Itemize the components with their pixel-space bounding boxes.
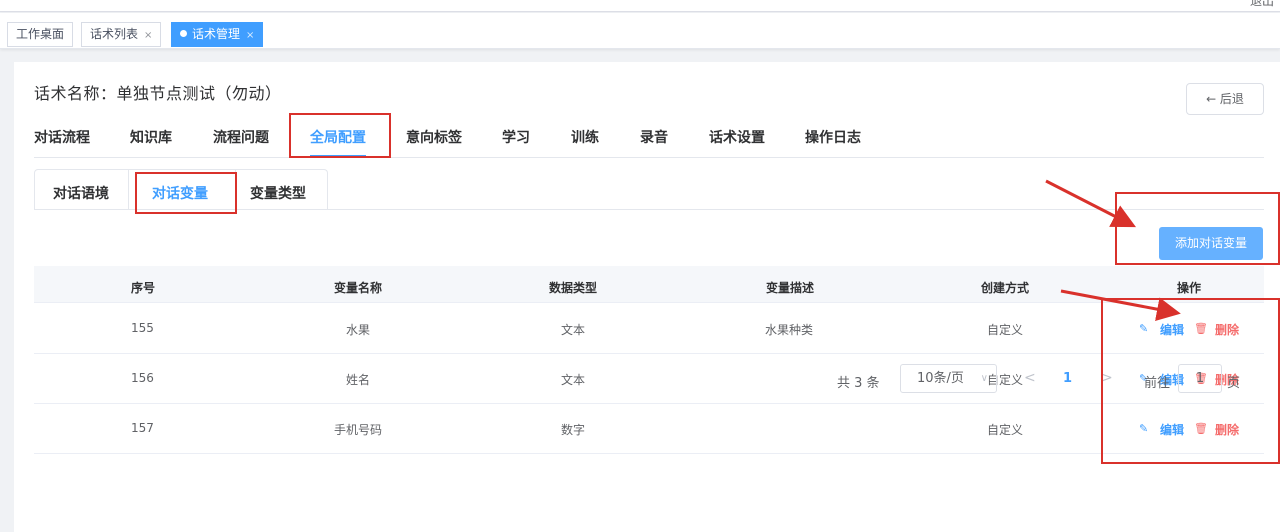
close-icon[interactable]: ×: [246, 30, 254, 41]
page-size-value: 10条/页: [917, 371, 964, 386]
column-header-creation-method: 创建方式: [981, 281, 1030, 295]
cell-name: 水果: [346, 323, 371, 337]
column-header-actions: 操作: [1177, 281, 1202, 295]
tags-view-bar: 工作桌面 话术列表 × 话术管理 ×: [0, 13, 1280, 49]
tab-intent-tags[interactable]: 意向标签: [406, 127, 462, 147]
page-number-current[interactable]: 1: [1063, 371, 1072, 386]
row-divider: [34, 453, 1264, 454]
tab-script-settings[interactable]: 话术设置: [709, 127, 765, 147]
top-bar: 退出: [0, 0, 1280, 12]
cell-name: 姓名: [346, 373, 371, 387]
prev-page-button[interactable]: <: [1024, 370, 1036, 386]
annotation-box-actions: [1101, 298, 1280, 464]
tabs-divider: [34, 157, 1264, 158]
tag-script-list[interactable]: 话术列表 ×: [81, 22, 162, 47]
cell-id: 155: [131, 321, 154, 335]
column-header-description: 变量描述: [766, 281, 815, 295]
subtab-variable-types[interactable]: 变量类型: [250, 183, 306, 203]
row-divider: [34, 353, 1264, 354]
row-divider: [34, 403, 1264, 404]
tab-training[interactable]: 训练: [571, 127, 599, 147]
close-icon[interactable]: ×: [144, 30, 152, 41]
annotation-box-dialog-variables: [135, 172, 237, 214]
tab-flow-questions[interactable]: 流程问题: [213, 127, 269, 147]
logout-link[interactable]: 退出: [1250, 0, 1274, 9]
cell-data-type: 数字: [561, 423, 586, 437]
chevron-down-icon: ∨: [980, 373, 988, 384]
tab-operation-log[interactable]: 操作日志: [805, 127, 861, 147]
column-header-name: 变量名称: [334, 281, 383, 295]
subtab-dialog-context[interactable]: 对话语境: [53, 183, 109, 203]
cell-name: 手机号码: [334, 423, 383, 437]
table-header: [34, 266, 1264, 303]
tab-learning[interactable]: 学习: [502, 127, 530, 147]
cell-data-type: 文本: [561, 373, 586, 387]
tag-script-manage[interactable]: 话术管理 ×: [171, 22, 264, 47]
page-title: 话术名称：单独节点测试（勿动）: [34, 84, 282, 103]
active-dot-icon: [180, 30, 187, 37]
cell-creation-method: 自定义: [987, 423, 1024, 437]
cell-id: 157: [131, 421, 154, 435]
back-button[interactable]: ← 后退: [1186, 83, 1264, 115]
column-header-data-type: 数据类型: [549, 281, 598, 295]
tab-knowledge-base[interactable]: 知识库: [130, 127, 172, 147]
cell-description: 水果种类: [765, 323, 814, 337]
cell-id: 156: [131, 371, 154, 385]
cell-data-type: 文本: [561, 323, 586, 337]
cell-creation-method: 自定义: [987, 323, 1024, 337]
tab-dialog-flow[interactable]: 对话流程: [34, 127, 90, 147]
tag-workbench[interactable]: 工作桌面: [7, 22, 74, 47]
tag-label: 工作桌面: [16, 27, 65, 41]
annotation-box-add-button: [1115, 192, 1280, 265]
tab-recordings[interactable]: 录音: [640, 127, 668, 147]
subtab-divider: [128, 169, 129, 210]
pagination-total: 共 3 条: [837, 376, 880, 391]
page-size-select[interactable]: 10条/页 ∨: [900, 364, 997, 393]
tag-label: 话术管理: [192, 27, 241, 41]
tag-label: 话术列表: [90, 27, 139, 41]
column-header-id: 序号: [131, 281, 156, 295]
annotation-box-global-config: [289, 113, 391, 158]
